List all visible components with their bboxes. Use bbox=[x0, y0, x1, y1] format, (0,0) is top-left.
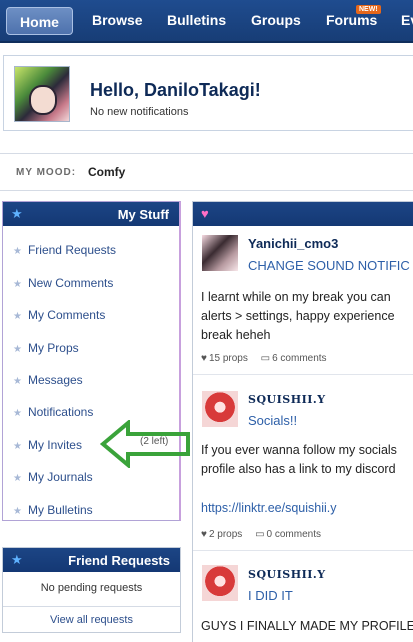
friend-requests-header: ★ Friend Requests bbox=[3, 548, 180, 572]
star-bullet-icon: ★ bbox=[13, 376, 22, 387]
nav-browse[interactable]: Browse bbox=[92, 0, 143, 40]
post-username[interactable]: Yanichii_cmo3 bbox=[248, 236, 338, 251]
post-meta: ♥ 15 props ▭ 6 comments bbox=[201, 353, 327, 364]
my-stuff-my-journals[interactable]: ★ My Journals bbox=[13, 468, 93, 486]
post-title[interactable]: I DID IT bbox=[248, 588, 293, 603]
post-username[interactable]: SQUISHII.Y bbox=[248, 568, 326, 581]
star-icon: ★ bbox=[11, 552, 23, 567]
my-stuff-label: My Journals bbox=[27, 470, 93, 484]
arrow-annotation-icon bbox=[100, 420, 190, 468]
friend-requests-panel: ★ Friend Requests No pending requests Vi… bbox=[2, 547, 181, 633]
post-title[interactable]: CHANGE SOUND NOTIFIC bbox=[248, 258, 410, 273]
my-stuff-my-props[interactable]: ★ My Props bbox=[13, 339, 79, 357]
top-navigation: Home Browse Bulletins Groups Forums NEW!… bbox=[0, 0, 413, 43]
my-stuff-my-invites[interactable]: ★ My Invites bbox=[13, 436, 82, 454]
friend-requests-title: Friend Requests bbox=[68, 553, 170, 568]
star-icon: ★ bbox=[11, 206, 23, 221]
props-count[interactable]: 15 props bbox=[209, 353, 248, 364]
props-count[interactable]: 2 props bbox=[209, 529, 242, 540]
my-stuff-new-comments[interactable]: ★ New Comments bbox=[13, 274, 113, 292]
heart-icon: ♥ bbox=[201, 529, 207, 540]
post-username[interactable]: SQUISHII.Y bbox=[248, 393, 326, 406]
star-bullet-icon: ★ bbox=[13, 408, 22, 419]
heart-icon: ♥ bbox=[201, 353, 207, 364]
post-body-line: profile also has a link to my discord bbox=[201, 462, 396, 476]
mood-label: MY MOOD: bbox=[16, 167, 77, 178]
my-stuff-label: My Comments bbox=[27, 308, 106, 322]
activity-feed: ♥ Yanichii_cmo3 CHANGE SOUND NOTIFIC I l… bbox=[192, 201, 413, 642]
post-meta: ♥ 2 props ▭ 0 comments bbox=[201, 529, 321, 540]
post-body-line: break heheh bbox=[201, 328, 271, 342]
heart-icon: ♥ bbox=[201, 206, 209, 221]
feed-header: ♥ bbox=[193, 202, 413, 226]
view-all-requests-link[interactable]: View all requests bbox=[3, 614, 180, 626]
post-body-line: I learnt while on my break you can bbox=[201, 290, 391, 304]
post-body-line: alerts > settings, happy experience bbox=[201, 309, 395, 323]
post-body-line: GUYS I FINALLY MADE MY PROFILE bbox=[201, 619, 413, 633]
my-stuff-label: My Invites bbox=[27, 438, 82, 452]
comments-count[interactable]: 0 comments bbox=[267, 529, 321, 540]
post-body-line: If you ever wanna follow my socials bbox=[201, 443, 397, 457]
post-title[interactable]: Socials!! bbox=[248, 413, 297, 428]
my-stuff-notifications[interactable]: ★ Notifications bbox=[13, 403, 93, 421]
star-bullet-icon: ★ bbox=[13, 344, 22, 355]
comments-count[interactable]: 6 comments bbox=[272, 353, 326, 364]
star-bullet-icon: ★ bbox=[13, 311, 22, 322]
mood-value[interactable]: Comfy bbox=[88, 165, 125, 179]
comment-icon: ▭ bbox=[255, 529, 265, 540]
my-stuff-panel: ★ My Stuff ★ Friend Requests ★ New Comment… bbox=[2, 201, 181, 521]
star-bullet-icon: ★ bbox=[13, 506, 22, 517]
star-bullet-icon: ★ bbox=[13, 441, 22, 452]
comment-icon: ▭ bbox=[260, 353, 271, 364]
no-requests-text: No pending requests bbox=[40, 582, 143, 594]
my-stuff-label: Notifications bbox=[27, 405, 94, 419]
nav-bulletins[interactable]: Bulletins bbox=[167, 0, 226, 40]
post-link[interactable]: https://linktr.ee/squishii.y bbox=[201, 501, 336, 515]
divider bbox=[3, 606, 180, 607]
post-avatar[interactable] bbox=[202, 565, 238, 601]
post-avatar[interactable] bbox=[202, 391, 238, 427]
my-stuff-label: New Comments bbox=[27, 276, 114, 290]
my-stuff-friend-requests[interactable]: ★ Friend Requests bbox=[13, 241, 116, 259]
my-stuff-label: My Bulletins bbox=[27, 503, 93, 517]
my-stuff-label: Messages bbox=[27, 373, 83, 387]
nav-groups[interactable]: Groups bbox=[251, 0, 301, 40]
star-bullet-icon: ★ bbox=[13, 473, 22, 484]
notification-status: No new notifications bbox=[90, 106, 189, 118]
greeting: Hello, DaniloTakagi! bbox=[90, 80, 261, 100]
star-bullet-icon: ★ bbox=[13, 246, 22, 257]
my-stuff-label: My Props bbox=[27, 341, 79, 355]
nav-home[interactable]: Home bbox=[6, 7, 73, 35]
post-separator bbox=[193, 374, 413, 375]
my-stuff-label: Friend Requests bbox=[27, 243, 117, 257]
nav-events[interactable]: Ev bbox=[401, 0, 413, 40]
post-separator bbox=[193, 550, 413, 551]
profile-box: Hello, DaniloTakagi! No new notification… bbox=[3, 55, 413, 131]
my-stuff-my-comments[interactable]: ★ My Comments bbox=[13, 306, 105, 324]
my-stuff-my-bulletins[interactable]: ★ My Bulletins bbox=[13, 501, 93, 519]
my-stuff-header: ★ My Stuff bbox=[3, 202, 179, 226]
avatar[interactable] bbox=[14, 66, 70, 122]
my-stuff-title: My Stuff bbox=[117, 207, 169, 222]
my-stuff-messages[interactable]: ★ Messages bbox=[13, 371, 83, 389]
mood-bar: MY MOOD: Comfy bbox=[0, 153, 413, 191]
star-bullet-icon: ★ bbox=[13, 279, 22, 290]
new-badge: NEW! bbox=[356, 5, 381, 14]
post-avatar[interactable] bbox=[202, 235, 238, 271]
